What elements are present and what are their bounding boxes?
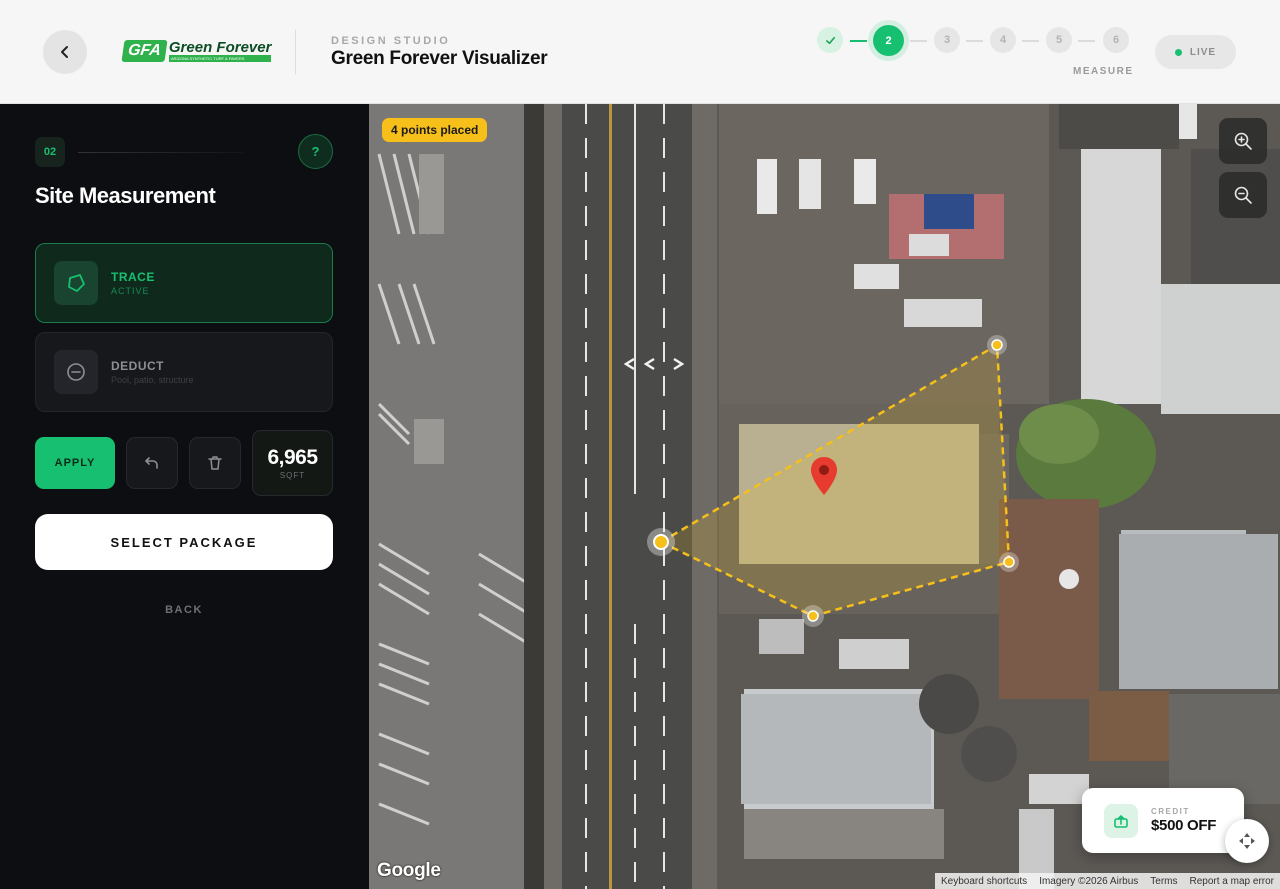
vertex-handles[interactable] [369,104,1280,889]
brand-tagline: ARIZONA SYNTHETIC TURF & PAVERS [168,55,272,62]
report-error-link[interactable]: Report a map error [1190,876,1274,887]
step-1-done[interactable] [817,27,843,53]
current-step-label: MEASURE [1073,66,1134,77]
credit-card[interactable]: CREDIT $500 OFF [1082,788,1244,853]
step-connector [1022,40,1039,42]
area-value: 6,965 [267,446,318,469]
live-status-badge: LIVE [1155,35,1236,69]
brand-mark: GFA [121,40,168,62]
apply-button[interactable]: APPLY [35,437,115,489]
zoom-out-button[interactable] [1219,172,1267,218]
satellite-map[interactable]: 4 points placed CREDIT $500 OFF Google K… [369,104,1280,889]
trace-tool-button[interactable]: TRACE ACTIVE [35,243,333,323]
live-label: LIVE [1189,46,1217,58]
deduct-tool-button[interactable]: DEDUCT Pool, patio, structure [35,332,333,412]
step-6[interactable]: 6 [1103,27,1129,53]
step-number-badge: 02 [35,137,65,167]
credit-label: CREDIT [1151,807,1190,816]
step-2-active[interactable]: 2 [873,25,904,56]
zoom-in-button[interactable] [1219,118,1267,164]
zoom-in-icon [1234,132,1252,150]
delete-button[interactable] [189,437,241,489]
vertex-handle[interactable] [987,335,1007,355]
points-placed-badge: 4 points placed [382,118,488,142]
sidebar-divider [78,152,243,153]
header: GFA Green Forever ARIZONA SYNTHETIC TURF… [0,0,1280,104]
sidebar: 02 ? Site Measurement TRACE ACTIVE DEDUC… [0,104,369,889]
area-unit: SQFT [279,471,306,480]
step-connector [850,40,867,42]
back-link[interactable]: BACK [35,604,333,616]
check-icon [825,36,835,44]
step-connector [1078,40,1095,42]
vertex-handle[interactable] [999,552,1019,572]
location-pin-icon [811,457,837,495]
live-dot-icon [1174,48,1182,56]
minus-circle-icon [67,363,85,381]
vertex-handle[interactable] [647,528,675,556]
step-connector [910,40,927,42]
polygon-icon [68,274,85,292]
brand-name: Green Forever [168,39,272,56]
deduct-tool-icon-box [54,350,98,394]
undo-button[interactable] [126,437,178,489]
google-logo: Google [377,860,441,881]
undo-icon [145,457,158,469]
trace-tool-icon-box [54,261,98,305]
chevron-left-icon [61,46,68,58]
gift-icon [1114,814,1128,828]
vertex-handle[interactable] [802,605,824,627]
app-title: Green Forever Visualizer [331,48,548,69]
area-readout: 6,965 SQFT [252,430,333,496]
panel-title: Site Measurement [35,183,216,208]
imagery-credit: Imagery ©2026 Airbus [1039,875,1139,887]
deduct-tool-hint: Pool, patio, structure [111,375,194,385]
brand-logo: GFA Green Forever ARIZONA SYNTHETIC TURF… [121,39,272,62]
step-connector [966,40,983,42]
rotate-icon [1239,833,1255,849]
trace-tool-name: TRACE [111,270,155,284]
step-5[interactable]: 5 [1046,27,1072,53]
zoom-out-icon [1234,186,1252,204]
credit-value: $500 OFF [1151,817,1217,834]
credit-icon-box [1104,803,1138,838]
deduct-tool-name: DEDUCT [111,359,164,373]
header-divider [295,30,296,74]
terms-link[interactable]: Terms [1150,876,1177,887]
keyboard-shortcuts-link[interactable]: Keyboard shortcuts [941,876,1027,887]
help-button[interactable]: ? [298,134,333,169]
rotate-map-button[interactable] [1225,819,1269,863]
trash-icon [208,456,222,470]
trace-tool-status: ACTIVE [111,286,150,296]
map-attribution: Keyboard shortcuts Imagery ©2026 Airbus … [935,873,1280,889]
app-eyebrow: DESIGN STUDIO [331,35,451,47]
step-4[interactable]: 4 [990,27,1016,53]
select-package-button[interactable]: SELECT PACKAGE [35,514,333,570]
back-button[interactable] [43,30,87,74]
step-3[interactable]: 3 [934,27,960,53]
